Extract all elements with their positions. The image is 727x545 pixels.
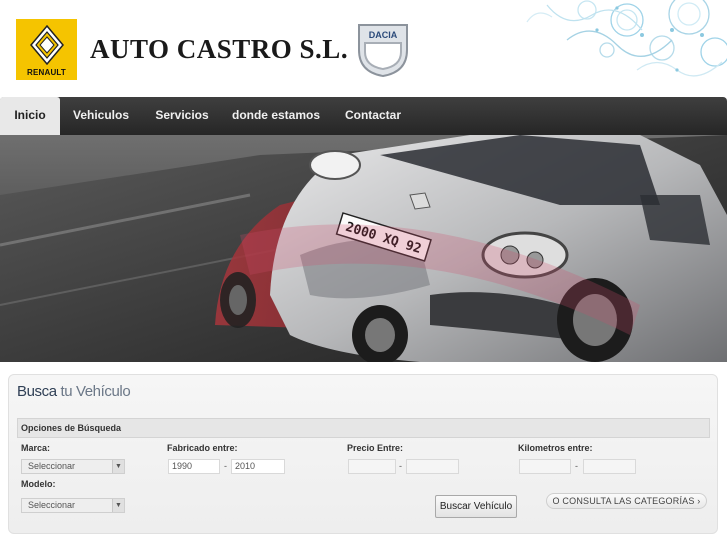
renault-logo-text: RENAULT (26, 68, 67, 77)
nav-item-vehiculos[interactable]: Vehiculos (62, 97, 140, 135)
consulta-categorias-button[interactable]: O CONSULTA LAS CATEGORÍAS › (546, 493, 707, 509)
nav-item-servicios[interactable]: Servicios (143, 97, 221, 135)
main-navigation: Inicio Vehiculos Servicios donde estamos… (0, 97, 727, 135)
km-from-input[interactable] (519, 459, 571, 474)
chevron-down-icon: ▼ (112, 499, 124, 512)
precio-label: Precio Entre: (347, 443, 404, 453)
consulta-categorias-label: O CONSULTA LAS CATEGORÍAS (552, 496, 695, 506)
search-title-part2: tu Vehículo (56, 383, 131, 400)
modelo-select[interactable]: Seleccionar ▼ (21, 498, 125, 513)
site-header: RENAULT AUTO CASTRO S.L. DACIA (0, 0, 727, 97)
fabricado-dash: - (224, 461, 227, 471)
nav-item-donde-estamos[interactable]: donde estamos (224, 97, 328, 135)
decorative-swirl-pattern (526, 0, 727, 77)
search-title-part1: Busca (17, 383, 57, 400)
km-dash: - (575, 461, 578, 471)
precio-dash: - (399, 461, 402, 471)
chevron-down-icon: ▼ (112, 460, 124, 473)
fabricado-from-input[interactable]: 1990 (168, 459, 220, 474)
marca-select-value: Seleccionar (28, 461, 76, 471)
modelo-label: Modelo: (21, 479, 56, 489)
renault-diamond-icon (30, 25, 64, 65)
site-title: AUTO CASTRO S.L. (90, 34, 349, 64)
vehicle-search-panel: Busca tu Vehículo Opciones de Búsqueda M… (8, 374, 718, 534)
hero-banner: 2000 XQ 92 (0, 135, 727, 362)
modelo-select-value: Seleccionar (28, 500, 76, 510)
fabricado-label: Fabricado entre: (167, 443, 238, 453)
marca-label: Marca: (21, 443, 51, 453)
precio-to-input[interactable] (406, 459, 459, 474)
fabricado-to-input[interactable]: 2010 (231, 459, 285, 474)
banner-car-image: 2000 XQ 92 (0, 135, 727, 362)
buscar-vehiculo-button[interactable]: Buscar Vehículo (435, 495, 517, 518)
dacia-logo-text: DACIA (368, 30, 398, 40)
nav-item-inicio[interactable]: Inicio (0, 97, 60, 135)
dacia-logo: DACIA (356, 22, 410, 78)
kilometros-label: Kilometros entre: (518, 443, 593, 453)
nav-item-contactar[interactable]: Contactar (331, 97, 415, 135)
marca-select[interactable]: Seleccionar ▼ (21, 459, 125, 474)
renault-logo: RENAULT (16, 19, 77, 80)
search-options-header: Opciones de Búsqueda (17, 418, 710, 438)
km-to-input[interactable] (583, 459, 636, 474)
search-panel-title: Busca tu Vehículo (17, 383, 131, 400)
chevron-right-icon: › (697, 496, 701, 506)
precio-from-input[interactable] (348, 459, 396, 474)
